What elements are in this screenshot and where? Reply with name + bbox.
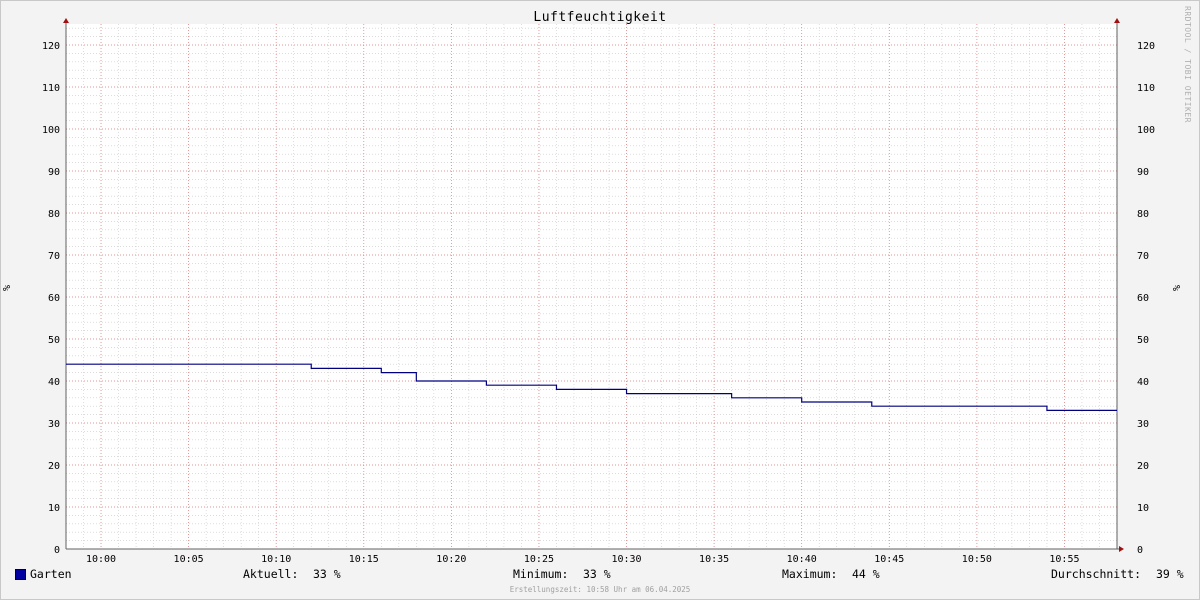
y-axis-unit-left: % [2, 285, 13, 291]
legend-max-value: 44 % [852, 567, 880, 581]
y-tick-label-right: 60 [1137, 293, 1149, 304]
y-tick-label-right: 100 [1137, 125, 1155, 136]
legend-current-value: 33 % [313, 567, 341, 581]
x-tick-label: 10:15 [349, 554, 379, 565]
legend-current-label: Aktuell: [243, 567, 299, 581]
y-tick-label-left: 40 [48, 377, 60, 388]
y-tick-label-left: 10 [48, 503, 60, 514]
y-tick-label-right: 80 [1137, 209, 1149, 220]
legend-min-label: Minimum: [513, 567, 569, 581]
x-tick-label: 10:55 [1049, 554, 1079, 565]
legend-series-label: Garten [30, 567, 72, 581]
x-tick-label: 10:10 [261, 554, 291, 565]
legend-avg-value: 39 % [1156, 567, 1184, 581]
x-tick-label: 10:25 [524, 554, 554, 565]
y-tick-label-left: 120 [42, 41, 60, 52]
x-axis-arrow [1119, 546, 1124, 552]
y-axis-unit-right: % [1172, 285, 1183, 291]
y-tick-label-left: 100 [42, 125, 60, 136]
x-tick-label: 10:30 [611, 554, 641, 565]
y-tick-label-right: 10 [1137, 503, 1149, 514]
legend-max-label: Maximum: [782, 567, 838, 581]
legend: Garten Aktuell: 33 % Minimum: 33 % Maxim… [0, 567, 1200, 583]
y-tick-label-left: 90 [48, 167, 60, 178]
x-tick-label: 10:45 [874, 554, 904, 565]
y-tick-label-right: 0 [1137, 545, 1143, 556]
y-tick-label-right: 70 [1137, 251, 1149, 262]
x-tick-label: 10:05 [174, 554, 204, 565]
y-tick-label-left: 20 [48, 461, 60, 472]
y-tick-label-left: 0 [54, 545, 60, 556]
y-tick-label-left: 50 [48, 335, 60, 346]
y-tick-label-left: 60 [48, 293, 60, 304]
x-tick-label: 10:50 [962, 554, 992, 565]
y-tick-label-right: 30 [1137, 419, 1149, 430]
chart-canvas: 10:00 10:05 10:10 10:15 10:20 10:25 10:30 10:35… [2, 18, 1183, 565]
y-tick-label-right: 90 [1137, 167, 1149, 178]
x-tick-label: 10:35 [699, 554, 729, 565]
y-tick-label-left: 80 [48, 209, 60, 220]
y-tick-label-right: 40 [1137, 377, 1149, 388]
y-axis-left-arrow [63, 18, 69, 23]
y-tick-label-right: 120 [1137, 41, 1155, 52]
legend-avg-label: Durchschnitt: [1051, 567, 1142, 581]
y-tick-label-left: 110 [42, 83, 60, 94]
x-tick-label: 10:40 [787, 554, 817, 565]
y-tick-label-left: 30 [48, 419, 60, 430]
y-tick-label-right: 20 [1137, 461, 1149, 472]
y-tick-label-right: 50 [1137, 335, 1149, 346]
legend-min-value: 33 % [583, 567, 611, 581]
x-tick-label: 10:20 [436, 554, 466, 565]
creation-time: Erstellungszeit: 10:58 Uhr am 06.04.2025 [509, 585, 691, 594]
x-tick-label: 10:00 [86, 554, 116, 565]
legend-swatch [15, 569, 26, 580]
y-tick-label-left: 70 [48, 251, 60, 262]
y-tick-label-right: 110 [1137, 83, 1155, 94]
y-axis-right-arrow [1114, 18, 1120, 23]
